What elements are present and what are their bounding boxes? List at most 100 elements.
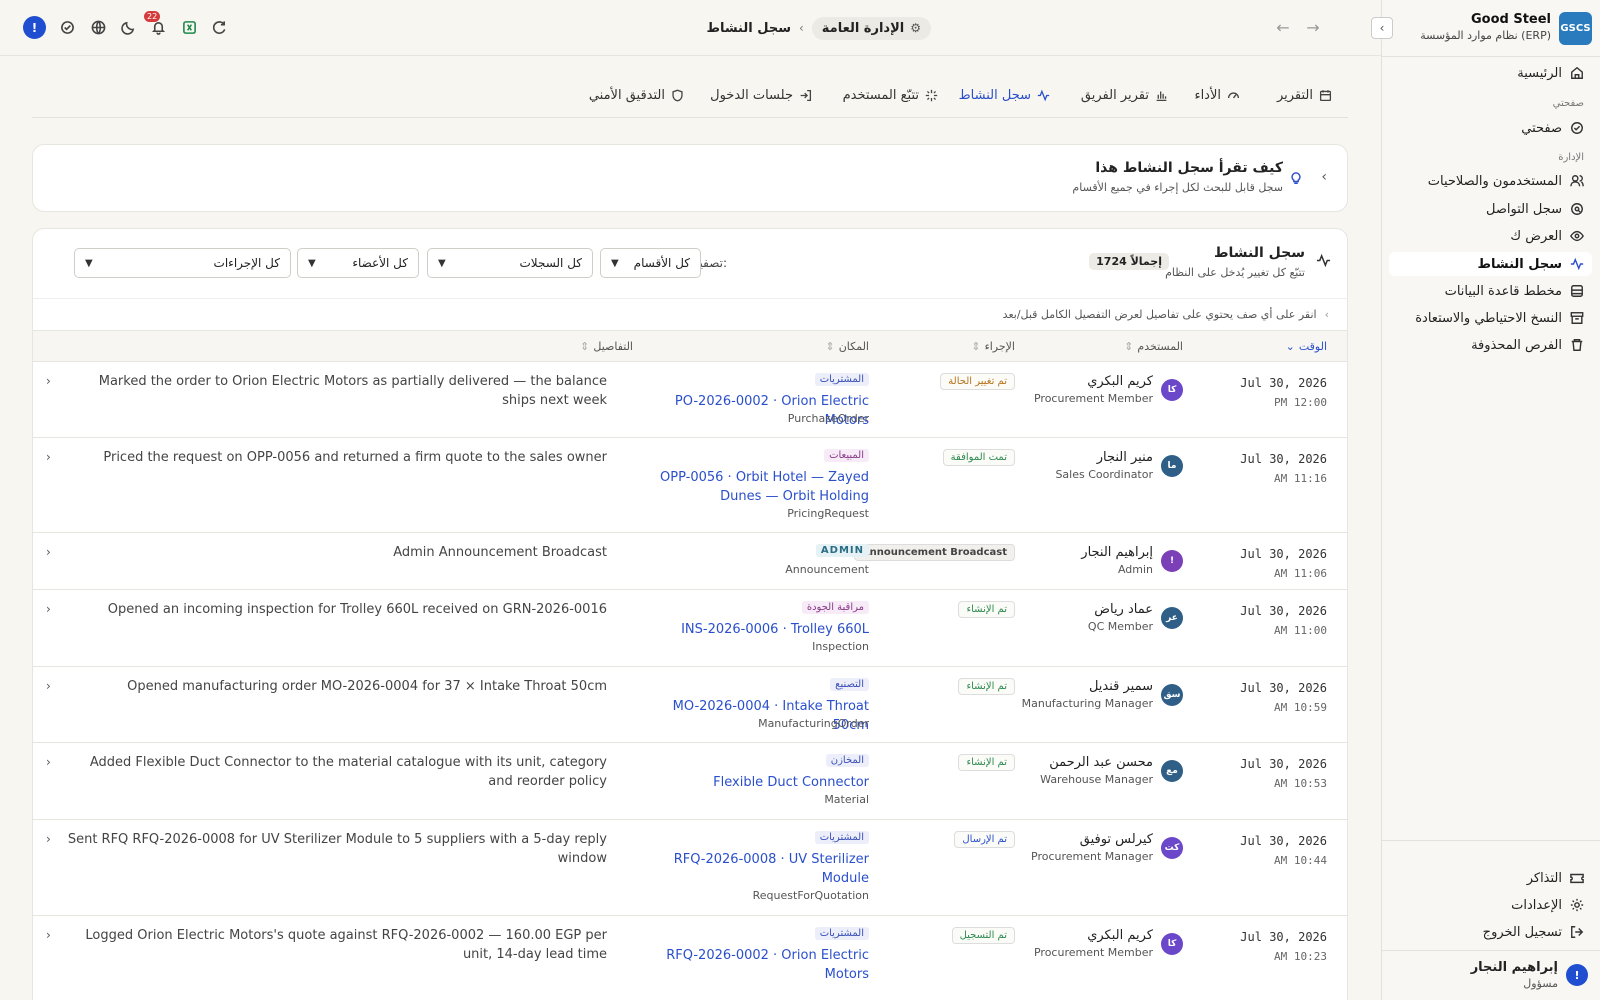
table-row[interactable]: Jul 30, 2026 AM 10:53 مع محسن عبد الرحمن War… xyxy=(33,743,1347,820)
sheet-export-icon[interactable] xyxy=(179,17,199,37)
forward-arrow-icon[interactable]: ← xyxy=(1273,17,1293,37)
gauge-icon xyxy=(1227,92,1240,99)
chevron-right-icon[interactable]: › xyxy=(46,679,51,693)
current-user[interactable]: ! إبراهيم النجار مسؤول xyxy=(1392,958,1592,994)
sidebar-item-tickets[interactable]: التذاكر xyxy=(1392,866,1592,890)
sidebar-item-label: العرض ك xyxy=(1510,228,1562,244)
column-header-time[interactable]: الوقت ⌄ xyxy=(1286,340,1327,353)
user-name: إبراهيم النجار xyxy=(1081,545,1153,560)
record-filter-select[interactable]: كل السجلات ▼ xyxy=(427,248,593,278)
back-arrow-icon[interactable]: → xyxy=(1303,17,1323,37)
users-icon xyxy=(1570,174,1584,188)
table-row[interactable]: Jul 30, 2026 PM 12:00 كا كريم البكري Procure… xyxy=(33,362,1347,438)
bell-icon[interactable]: 22 xyxy=(144,11,168,37)
sidebar-item-my-page[interactable]: صفحتي xyxy=(1392,116,1592,140)
database-icon xyxy=(1570,284,1584,298)
column-header-action[interactable]: الإجراء ⇕ xyxy=(971,340,1015,353)
details-text: Marked the order to Orion Electric Motor… xyxy=(98,374,607,408)
details-text: Sent RFQ RFQ-2026-0008 for UV Sterilizer… xyxy=(67,832,607,866)
tab-activity-log[interactable]: سجل النشاط xyxy=(959,88,1050,103)
record-type: ManufacturingOrder xyxy=(758,717,869,730)
details-text: Logged Orion Electric Motors's quote aga… xyxy=(85,928,607,962)
date-text: Jul 30, 2026 xyxy=(1240,757,1327,771)
sidebar-item-database-schema[interactable]: مخطط قاعدة البيانات xyxy=(1392,279,1592,303)
tab-user-tracking[interactable]: تتبّع المستخدم xyxy=(843,88,938,103)
column-label: المكان xyxy=(838,340,869,353)
chevron-right-icon[interactable]: › xyxy=(46,928,51,942)
member-filter-select[interactable]: كل الأعضاء ▼ xyxy=(297,248,419,278)
breadcrumb-parent[interactable]: ⚙ الإدارة العامة xyxy=(811,16,931,40)
record-type: RequestForQuotation xyxy=(752,889,869,902)
tab-label: سجل النشاط xyxy=(958,88,1031,103)
table-row[interactable]: Jul 30, 2026 AM 10:44 كت كيرلس توفيق Procure… xyxy=(33,820,1347,916)
column-header-details[interactable]: التفاصيل ⇕ xyxy=(580,340,633,353)
table-row[interactable]: Jul 30, 2026 AM 10:59 سق سمير قنديل Manufact… xyxy=(33,667,1347,743)
sidebar-item-logout[interactable]: تسجيل الخروج xyxy=(1392,920,1592,944)
sidebar-item-deleted-opportunities[interactable]: الفرص المحذوفة xyxy=(1392,333,1592,357)
check-circle-icon[interactable] xyxy=(57,17,77,37)
user-name: إبراهيم النجار xyxy=(1470,960,1558,975)
table-row[interactable]: Jul 30, 2026 AM 11:00 عر عماد رياض QC Member… xyxy=(33,590,1347,667)
date-text: Jul 30, 2026 xyxy=(1240,930,1327,944)
divider xyxy=(1381,840,1600,841)
alert-icon[interactable]: ! xyxy=(23,16,46,39)
record-link[interactable]: OPP-0056 · Orbit Hotel — Zayed Dunes — O… xyxy=(639,468,869,506)
date-text: Jul 30, 2026 xyxy=(1240,604,1327,618)
table-row[interactable]: Jul 30, 2026 AM 10:23 كا كريم البكري Procure… xyxy=(33,916,1347,1000)
sidebar-item-users[interactable]: المستخدمون والصلاحيات xyxy=(1392,169,1592,193)
column-header-place[interactable]: المكان ⇕ xyxy=(826,340,870,353)
sidebar-item-label: المستخدمون والصلاحيات xyxy=(1427,173,1562,189)
chevron-right-icon[interactable]: › xyxy=(46,755,51,769)
module-tag: المشتريات xyxy=(814,927,869,940)
avatar: ! xyxy=(1566,964,1588,986)
time-cell: Jul 30, 2026 AM 11:16 xyxy=(1240,450,1327,488)
chevron-left-icon[interactable]: ‹ xyxy=(1321,169,1327,185)
avatar: ما xyxy=(1161,455,1183,477)
sidebar-item-label: صفحتي xyxy=(1521,120,1562,136)
chevron-right-icon[interactable]: › xyxy=(46,450,51,464)
sidebar-item-label: النسخ الاحتياطي والاستعادة xyxy=(1415,310,1562,326)
chevron-right-icon[interactable]: › xyxy=(46,545,51,559)
refresh-icon[interactable] xyxy=(209,17,229,37)
record-link[interactable]: INS-2026-0006 · Trolley 660L xyxy=(639,620,869,639)
sidebar-item-backup[interactable]: النسخ الاحتياطي والاستعادة xyxy=(1392,306,1592,330)
tab-label: تتبّع المستخدم xyxy=(842,88,919,103)
record-link[interactable]: RFQ-2026-0008 · UV Sterilizer Module xyxy=(639,850,869,888)
avatar: كا xyxy=(1161,933,1183,955)
record-type: Announcement xyxy=(785,563,869,576)
tab-performance[interactable]: الأداء xyxy=(1194,88,1240,103)
breadcrumb-parent-label: الإدارة العامة xyxy=(821,20,905,36)
tab-security-audit[interactable]: التدقيق الأمني xyxy=(589,88,684,103)
globe-icon[interactable] xyxy=(88,17,108,37)
brand-subtitle: نظام موارد المؤسسة (ERP) xyxy=(1420,29,1551,42)
record-link[interactable]: Flexible Duct Connector xyxy=(639,773,869,792)
tab-team-report[interactable]: تقرير الفريق xyxy=(1081,88,1168,103)
sidebar-item-view-as[interactable]: العرض ك xyxy=(1392,224,1592,248)
details-text: Opened an incoming inspection for Trolle… xyxy=(107,602,607,617)
sidebar-item-settings[interactable]: الإعدادات xyxy=(1392,893,1592,917)
chevron-right-icon[interactable]: › xyxy=(46,602,51,616)
section-filter-select[interactable]: كل الأقسام ▼ xyxy=(600,248,701,278)
time-cell: Jul 30, 2026 AM 10:59 xyxy=(1240,679,1327,717)
column-header-user[interactable]: المستخدم ⇕ xyxy=(1124,340,1183,353)
eye-icon xyxy=(1570,229,1584,243)
help-card[interactable]: ‹ كيف تقرأ سجل النشاط هذا سجل قابل للبحث… xyxy=(32,144,1348,212)
user-role: Procurement Member xyxy=(1033,946,1153,959)
moon-icon[interactable] xyxy=(118,17,138,37)
record-link[interactable]: RFQ-2026-0002 · Orion Electric Motors xyxy=(639,946,869,984)
sidebar-item-home[interactable]: الرئيسية xyxy=(1392,61,1592,85)
user-role: QC Member xyxy=(1087,620,1153,633)
action-filter-select[interactable]: كل الإجراءات ▼ xyxy=(74,248,291,278)
time-text: AM 11:16 xyxy=(1274,472,1327,485)
tab-report[interactable]: التقرير xyxy=(1277,88,1332,103)
sidebar-item-communication-log[interactable]: سجل التواصل xyxy=(1392,197,1592,221)
table-row[interactable]: Jul 30, 2026 AM 11:16 ما منير النجار Sales C… xyxy=(33,438,1347,533)
date-text: Jul 30, 2026 xyxy=(1240,376,1327,390)
date-text: Jul 30, 2026 xyxy=(1240,547,1327,561)
chevron-right-icon[interactable]: › xyxy=(46,374,51,388)
table-row[interactable]: Jul 30, 2026 AM 11:06! إبراهيم النجار Admin… xyxy=(33,533,1347,590)
details-text: Opened manufacturing order MO-2026-0004 … xyxy=(127,679,607,694)
chevron-right-icon[interactable]: › xyxy=(46,832,51,846)
sidebar-item-activity-log[interactable]: سجل النشاط xyxy=(1389,252,1592,276)
tab-login-sessions[interactable]: جلسات الدخول xyxy=(710,88,812,103)
